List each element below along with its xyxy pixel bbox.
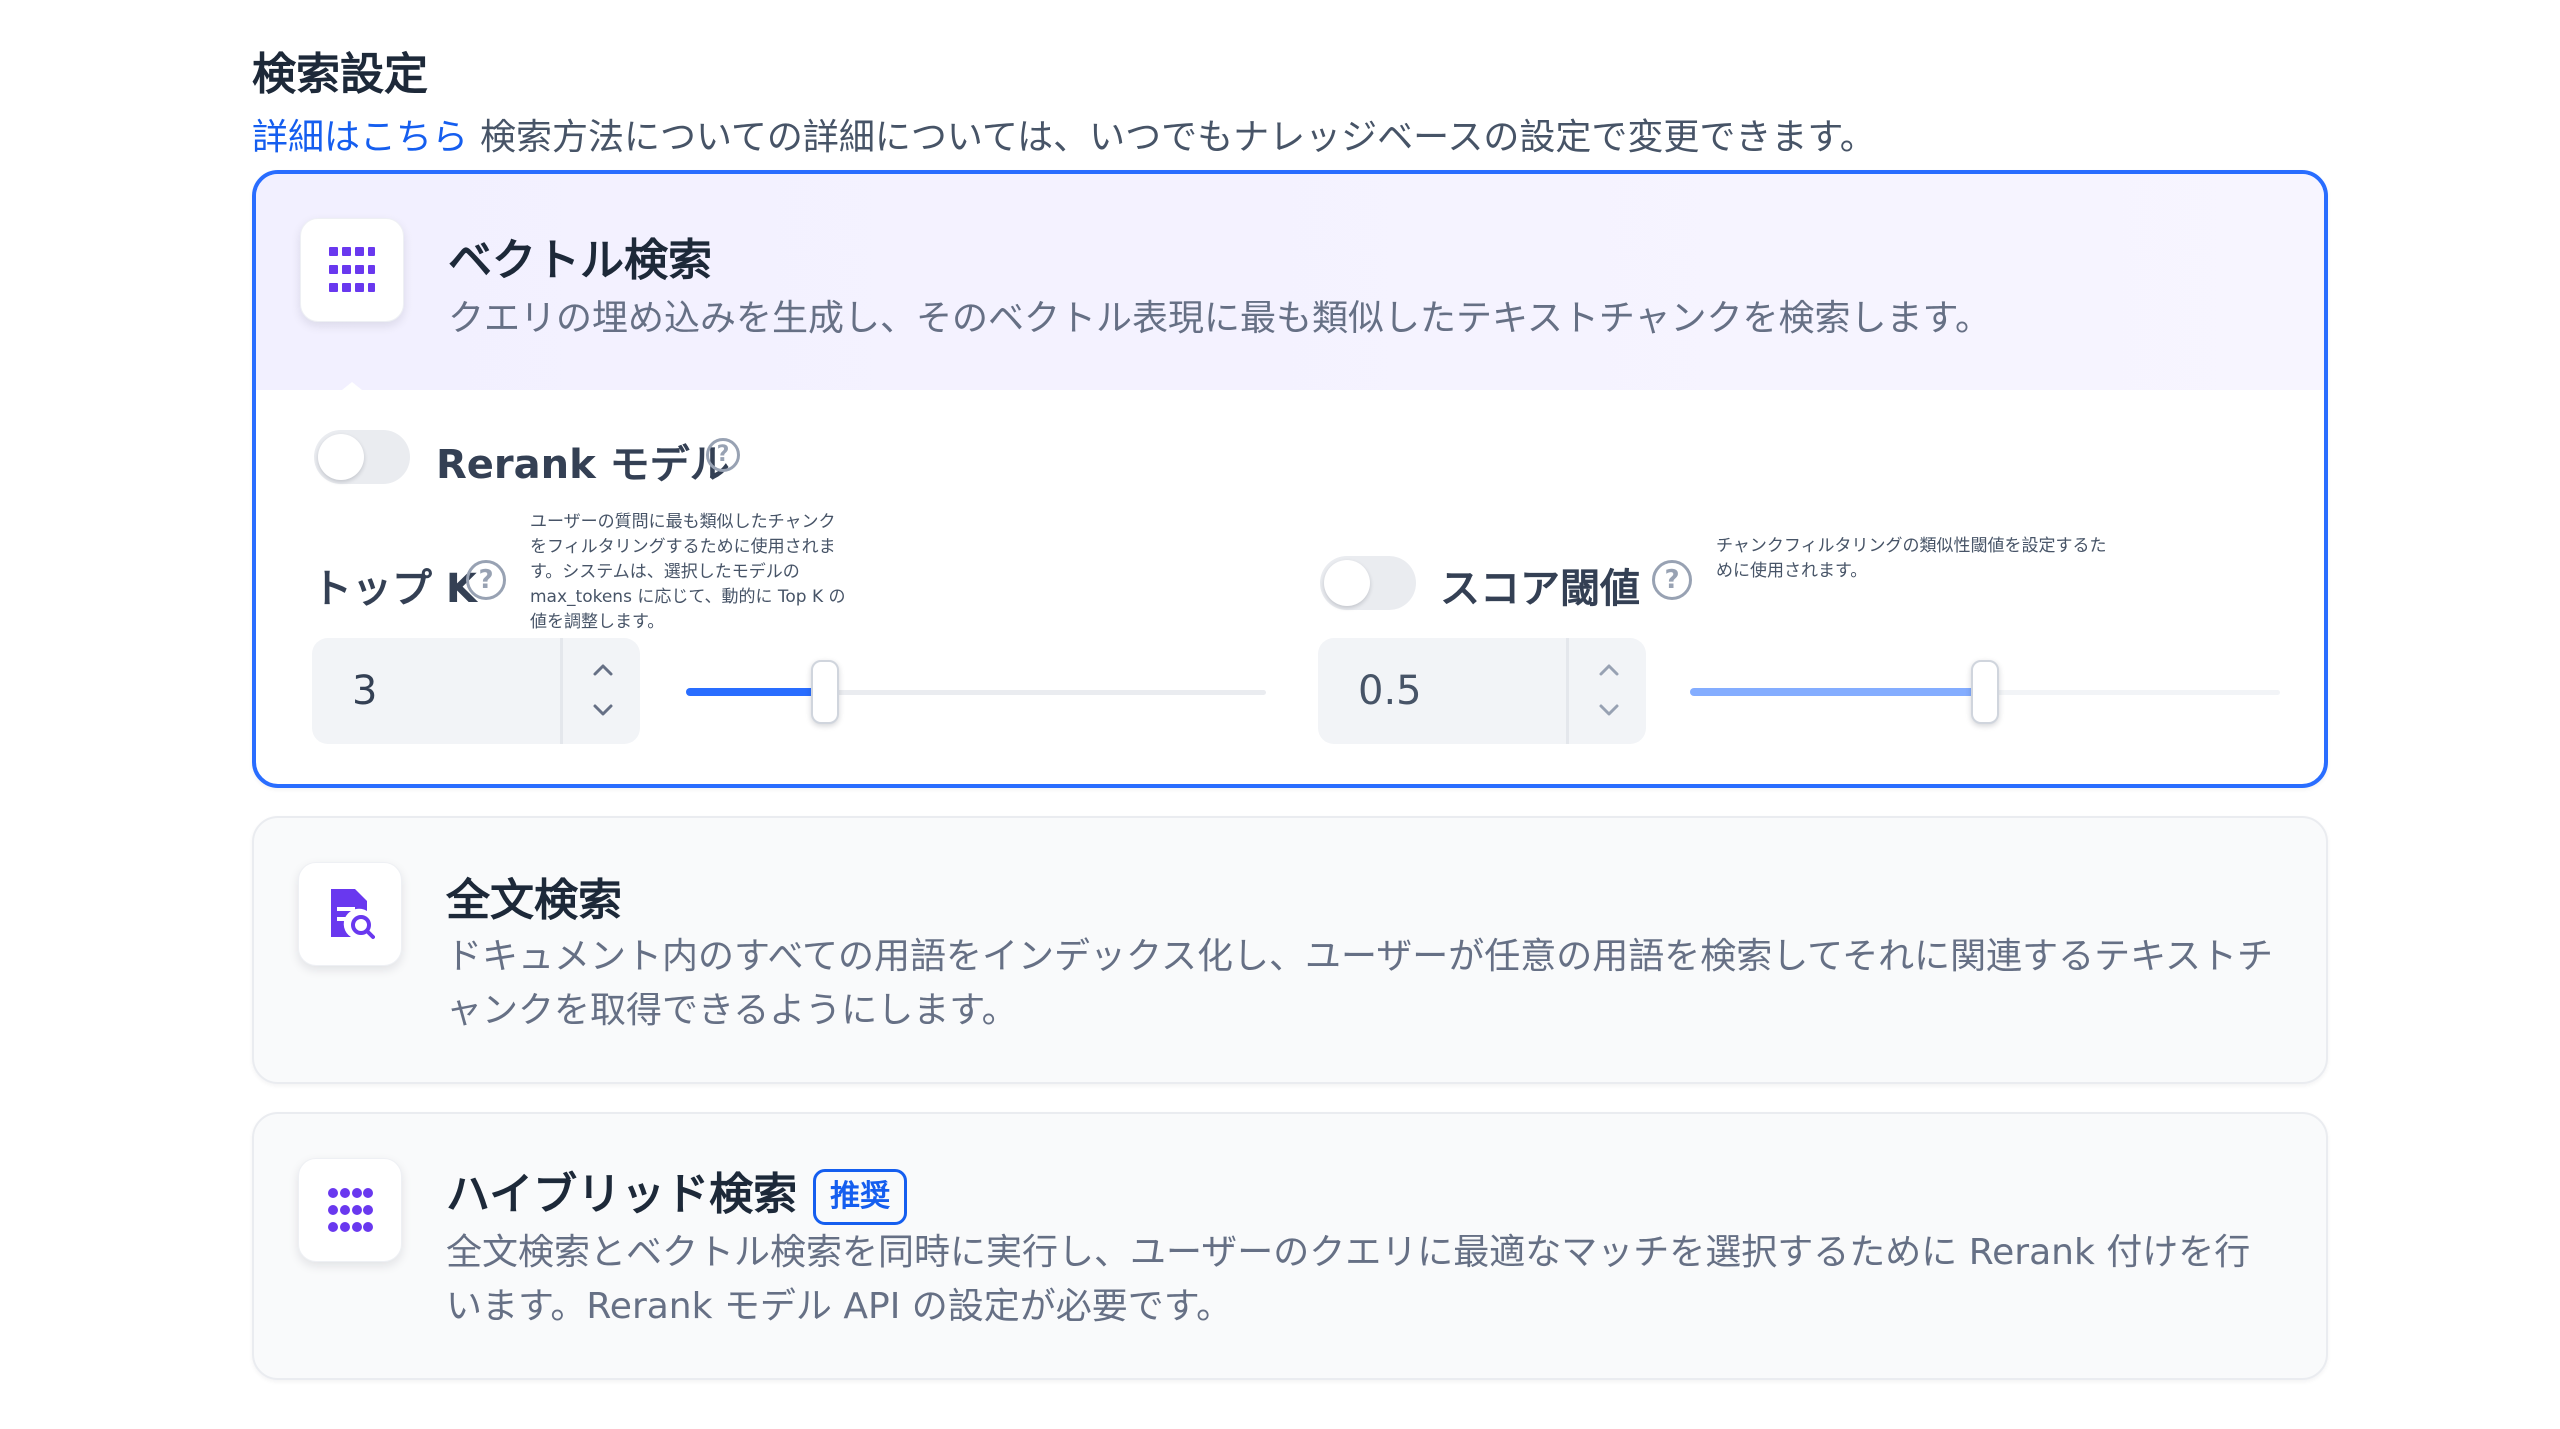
- fulltext-search-card[interactable]: 全文検索 ドキュメント内のすべての用語をインデックス化し、ユーザーが任意の用語を…: [252, 816, 2328, 1084]
- chevron-down-icon[interactable]: [1595, 696, 1623, 724]
- recommended-badge: 推奨: [813, 1169, 908, 1225]
- grid-dots-icon: [298, 1158, 402, 1262]
- score-slider-fill: [1690, 688, 1985, 696]
- rerank-help-icon[interactable]: ?: [706, 438, 740, 472]
- score-threshold-toggle[interactable]: [1320, 556, 1416, 610]
- vector-search-card[interactable]: ベクトル検索 クエリの埋め込みを生成し、そのベクトル表現に最も類似したテキストチ…: [252, 170, 2328, 788]
- topk-slider[interactable]: [686, 660, 1266, 724]
- topk-slider-fill: [686, 688, 825, 696]
- score-threshold-label: スコア閾値: [1440, 566, 1640, 612]
- topk-label: トップ K: [312, 566, 477, 612]
- score-help-icon[interactable]: ?: [1652, 560, 1692, 600]
- grid-dots-icon: [300, 218, 404, 322]
- rerank-label: Rerank モデル: [436, 442, 730, 488]
- score-tooltip: チャンクフィルタリングの類似性閾値を設定するために使用されます。: [1716, 536, 2107, 581]
- fulltext-search-desc: ドキュメント内のすべての用語をインデックス化し、ユーザーが任意の用語を検索してそ…: [446, 936, 2274, 1031]
- chevron-up-icon[interactable]: [589, 656, 617, 684]
- hybrid-search-card[interactable]: ハイブリッド検索 推奨 全文検索とベクトル検索を同時に実行し、ユーザーのクエリに最…: [252, 1112, 2328, 1380]
- score-slider-thumb[interactable]: [1971, 660, 1999, 724]
- vector-search-header[interactable]: ベクトル検索 クエリの埋め込みを生成し、そのベクトル表現に最も類似したテキストチ…: [256, 174, 2324, 398]
- fulltext-search-title: 全文検索: [446, 875, 622, 926]
- chevron-down-icon[interactable]: [589, 696, 617, 724]
- vector-search-desc: クエリの埋め込みを生成し、そのベクトル表現に最も類似したテキストチャンクを検索し…: [448, 298, 1991, 339]
- score-threshold-input[interactable]: 0.5: [1318, 638, 1646, 744]
- document-search-icon: [298, 862, 402, 966]
- score-threshold-slider[interactable]: [1690, 660, 2280, 724]
- hybrid-search-title: ハイブリッド検索 推奨: [446, 1158, 908, 1225]
- active-pointer: [332, 382, 372, 398]
- topk-slider-thumb[interactable]: [811, 660, 839, 724]
- score-value: 0.5: [1358, 668, 1422, 714]
- rerank-toggle-knob: [318, 434, 364, 480]
- hybrid-search-desc: 全文検索とベクトル検索を同時に実行し、ユーザーのクエリに最適なマッチを選択するた…: [446, 1232, 2251, 1327]
- topk-tooltip: ユーザーの質問に最も類似したチャンクをフィルタリングするために使用されます。シス…: [530, 512, 846, 632]
- learn-more-link[interactable]: 詳細はこちら: [252, 117, 468, 158]
- section-title: 検索設定: [252, 49, 428, 100]
- chevron-up-icon[interactable]: [1595, 656, 1623, 684]
- rerank-toggle[interactable]: [314, 430, 410, 484]
- hybrid-search-title-text: ハイブリッド検索: [446, 1169, 798, 1220]
- topk-help-icon[interactable]: ?: [466, 560, 506, 600]
- score-toggle-knob: [1324, 560, 1370, 606]
- vector-search-title: ベクトル検索: [448, 235, 712, 286]
- topk-stepper[interactable]: [560, 638, 640, 744]
- score-stepper[interactable]: [1566, 638, 1646, 744]
- section-subtitle: 詳細はこちら 検索方法についての詳細については、いつでもナレッジベースの設定で変更…: [252, 108, 1876, 160]
- subtitle-text: 検索方法についての詳細については、いつでもナレッジベースの設定で変更できます。: [480, 117, 1876, 158]
- topk-input[interactable]: 3: [312, 638, 640, 744]
- topk-value: 3: [352, 668, 378, 714]
